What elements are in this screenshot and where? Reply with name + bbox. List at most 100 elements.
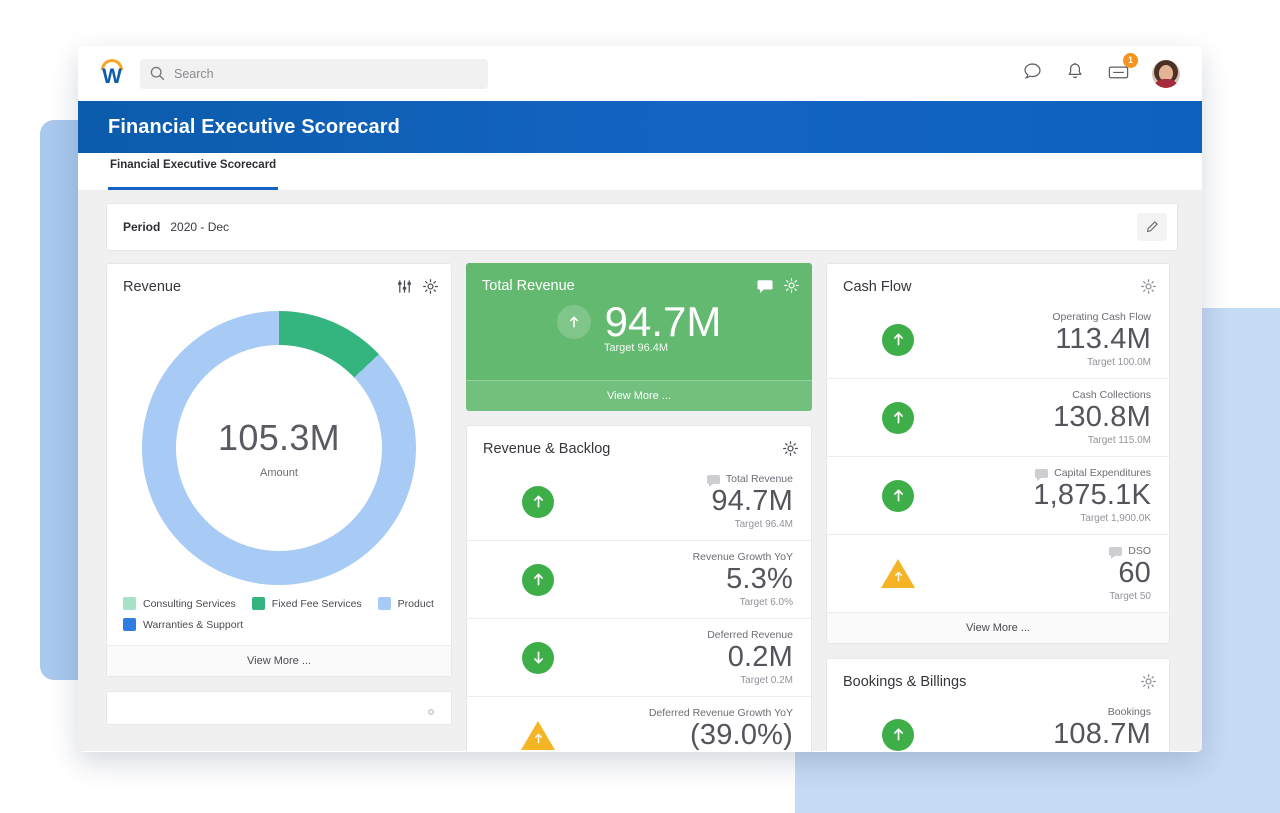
kpi-label: Cash Collections xyxy=(1072,389,1151,401)
total-revenue-tile[interactable]: Total Revenue xyxy=(466,263,812,411)
kpi-target: Target 50 xyxy=(933,591,1151,602)
kpi-row[interactable]: Deferred Revenue0.2MTarget 0.2M xyxy=(467,618,811,696)
comment-icon[interactable] xyxy=(1109,547,1122,556)
topbar-actions: 1 xyxy=(1022,60,1180,88)
cash-flow-card: Cash Flow Operating Cash Flow113.4MTarge… xyxy=(826,263,1170,644)
kpi-row[interactable]: Revenue Growth YoY5.3%Target 6.0% xyxy=(467,540,811,618)
kpi-label-line: Revenue Growth YoY xyxy=(573,551,793,563)
revenue-backlog-card: Revenue & Backlog Total Revenue94.7MTarg… xyxy=(466,425,812,752)
trend-down-icon xyxy=(522,642,554,674)
legend-label: Fixed Fee Services xyxy=(272,598,362,610)
avatar[interactable] xyxy=(1152,60,1180,88)
kpi-value: 113.4M xyxy=(933,323,1151,356)
cash-flow-title: Cash Flow xyxy=(843,279,912,295)
next-card-tools xyxy=(423,704,439,720)
total-revenue-value-row: 94.7M xyxy=(466,300,812,344)
kpi-target: Target 100.0M xyxy=(933,357,1151,368)
trend-up-icon xyxy=(882,402,914,434)
legend-label: Consulting Services xyxy=(143,598,236,610)
kpi-indicator xyxy=(881,323,915,357)
revenue-donut-chart[interactable]: 105.3M Amount xyxy=(142,311,416,585)
legend-item[interactable]: Fixed Fee Services xyxy=(252,597,362,610)
kpi-text: Revenue Growth YoY5.3%Target 6.0% xyxy=(573,551,793,608)
total-revenue-header: Total Revenue xyxy=(466,263,812,294)
edit-period-button[interactable] xyxy=(1137,213,1167,241)
kpi-text: Bookings108.7MTarget 100.0M xyxy=(933,706,1151,752)
kpi-label: Deferred Revenue xyxy=(707,629,793,641)
global-topbar: W xyxy=(78,46,1202,101)
kpi-value: (39.0%) xyxy=(573,719,793,752)
gear-icon[interactable] xyxy=(1140,673,1157,690)
comment-icon[interactable] xyxy=(756,278,774,294)
kpi-text: Deferred Revenue Growth YoY(39.0%)Target… xyxy=(573,707,793,752)
revenue-backlog-rows: Total Revenue94.7MTarget 96.4M Revenue Gr… xyxy=(467,457,811,752)
kpi-target: Target 1,900.0K xyxy=(933,513,1151,524)
chat-icon[interactable] xyxy=(1022,61,1043,87)
column-middle: Total Revenue xyxy=(466,263,812,752)
kpi-text: Operating Cash Flow113.4MTarget 100.0M xyxy=(933,311,1151,368)
period-value[interactable]: 2020 - Dec xyxy=(170,220,229,234)
trend-up-icon xyxy=(882,324,914,356)
kpi-row[interactable]: Operating Cash Flow113.4MTarget 100.0M xyxy=(827,301,1169,378)
dashboard-columns: Revenue xyxy=(78,263,1202,752)
search-input[interactable] xyxy=(174,67,478,81)
page-title: Financial Executive Scorecard xyxy=(108,116,400,139)
legend-swatch xyxy=(252,597,265,610)
warning-triangle-icon xyxy=(881,559,915,588)
legend-item[interactable]: Consulting Services xyxy=(123,597,236,610)
kpi-text: Total Revenue94.7MTarget 96.4M xyxy=(573,473,793,530)
legend-swatch xyxy=(123,597,136,610)
total-revenue-target: Target 96.4M xyxy=(466,342,812,354)
kpi-value: 108.7M xyxy=(933,718,1151,751)
page-header: Financial Executive Scorecard xyxy=(78,101,1202,153)
period-filter-bar: Period 2020 - Dec xyxy=(106,203,1178,251)
total-revenue-tools xyxy=(756,277,800,294)
revenue-backlog-tools xyxy=(782,440,799,457)
comment-icon[interactable] xyxy=(707,475,720,484)
legend-swatch xyxy=(378,597,391,610)
trend-up-icon xyxy=(893,570,904,588)
kpi-row[interactable]: Cash Collections130.8MTarget 115.0M xyxy=(827,378,1169,456)
inbox-icon[interactable]: 1 xyxy=(1107,61,1130,86)
next-card-partial xyxy=(106,691,452,725)
kpi-indicator xyxy=(881,718,915,752)
search-box[interactable] xyxy=(140,59,488,89)
kpi-value: 60 xyxy=(933,557,1151,590)
kpi-label-line: Capital Expenditures xyxy=(933,467,1151,479)
bell-icon[interactable] xyxy=(1065,61,1085,87)
tab-active-underline xyxy=(108,187,278,190)
kpi-row[interactable]: DSO60Target 50 xyxy=(827,534,1169,612)
legend-item[interactable]: Warranties & Support xyxy=(123,618,243,631)
comment-icon[interactable] xyxy=(1035,469,1048,478)
inbox-badge-count: 1 xyxy=(1123,53,1138,68)
workday-logo[interactable]: W xyxy=(98,57,128,91)
kpi-indicator xyxy=(521,641,555,675)
legend-item[interactable]: Product xyxy=(378,597,434,610)
tab-financial-executive-scorecard[interactable]: Financial Executive Scorecard xyxy=(108,153,278,190)
kpi-row[interactable]: Total Revenue94.7MTarget 96.4M xyxy=(467,463,811,540)
donut-center-label: Amount xyxy=(260,467,298,479)
kpi-row[interactable]: Deferred Revenue Growth YoY(39.0%)Target… xyxy=(467,696,811,752)
trend-up-icon xyxy=(882,719,914,751)
kpi-label: Deferred Revenue Growth YoY xyxy=(649,707,793,719)
kpi-row[interactable]: Bookings108.7MTarget 100.0M xyxy=(827,696,1169,752)
kpi-label-line: Deferred Revenue xyxy=(573,629,793,641)
trend-up-icon xyxy=(882,480,914,512)
gear-icon[interactable] xyxy=(423,704,439,720)
kpi-indicator xyxy=(881,557,915,591)
filter-icon[interactable] xyxy=(396,278,413,295)
gear-icon[interactable] xyxy=(1140,278,1157,295)
kpi-indicator xyxy=(521,563,555,597)
gear-icon[interactable] xyxy=(782,440,799,457)
kpi-indicator xyxy=(881,479,915,513)
kpi-label: Revenue Growth YoY xyxy=(693,551,793,563)
app-window: W xyxy=(78,46,1202,752)
revenue-view-more[interactable]: View More ... xyxy=(107,645,451,676)
warning-triangle-icon xyxy=(521,721,555,750)
kpi-target: Target 0.2M xyxy=(573,675,793,686)
cash-flow-view-more[interactable]: View More ... xyxy=(827,612,1169,643)
total-revenue-view-more[interactable]: View More ... xyxy=(466,380,812,411)
gear-icon[interactable] xyxy=(783,277,800,294)
gear-icon[interactable] xyxy=(422,278,439,295)
kpi-row[interactable]: Capital Expenditures1,875.1KTarget 1,900… xyxy=(827,456,1169,534)
